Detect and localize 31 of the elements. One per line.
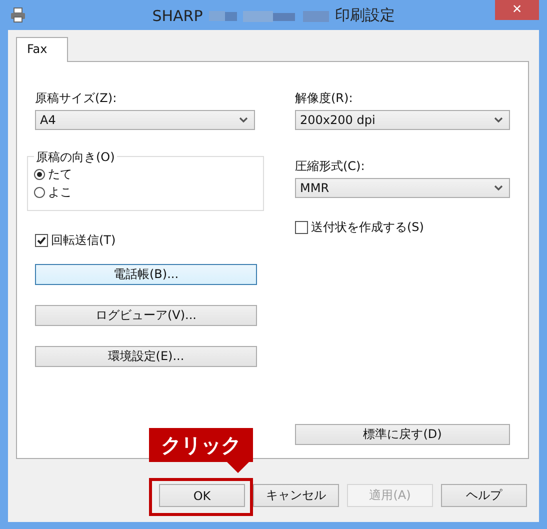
printer-icon: [10, 7, 26, 23]
chevron-icon: [494, 185, 503, 191]
field-label: 圧縮形式(C):: [295, 158, 366, 174]
chevron-icon: [239, 117, 248, 123]
callout-pointer: [227, 462, 249, 473]
window-title: SHARP: [152, 6, 203, 24]
radio-button[interactable]: [34, 186, 45, 198]
dropdown[interactable]: 200x200 dpi: [295, 110, 510, 130]
field-label: 原稿サイズ(Z):: [35, 90, 118, 106]
dialog-button[interactable]: OK: [159, 484, 245, 507]
dialog-button[interactable]: ログビューア(V)...: [35, 305, 257, 326]
checkbox[interactable]: [295, 220, 308, 234]
window-title: 印刷設定: [334, 6, 395, 25]
dropdown[interactable]: MMR: [295, 178, 510, 198]
radio-label: たて: [48, 166, 72, 182]
field-label: 解像度(R):: [295, 90, 354, 106]
radio-button[interactable]: [34, 168, 45, 180]
dialog-button[interactable]: キャンセル: [253, 484, 339, 507]
dialog-button[interactable]: 電話帳(B)...: [35, 264, 257, 285]
chevron-icon: [494, 117, 503, 123]
tab[interactable]: Fax: [16, 37, 68, 62]
checkbox[interactable]: [35, 234, 48, 246]
dialog-button[interactable]: ヘルプ: [441, 484, 527, 507]
dropdown[interactable]: A4: [35, 110, 255, 130]
reset-button[interactable]: 標準に戻す(D): [295, 424, 510, 445]
group-label: 原稿の向き(O): [34, 149, 117, 166]
radio-label: よこ: [48, 184, 72, 200]
checkbox-label: 回転送信(T): [51, 232, 116, 248]
checkbox-label: 送付状を作成する(S): [311, 218, 424, 236]
dialog-button[interactable]: 環境設定(E)...: [35, 346, 257, 367]
close-button[interactable]: ×: [495, 0, 539, 20]
